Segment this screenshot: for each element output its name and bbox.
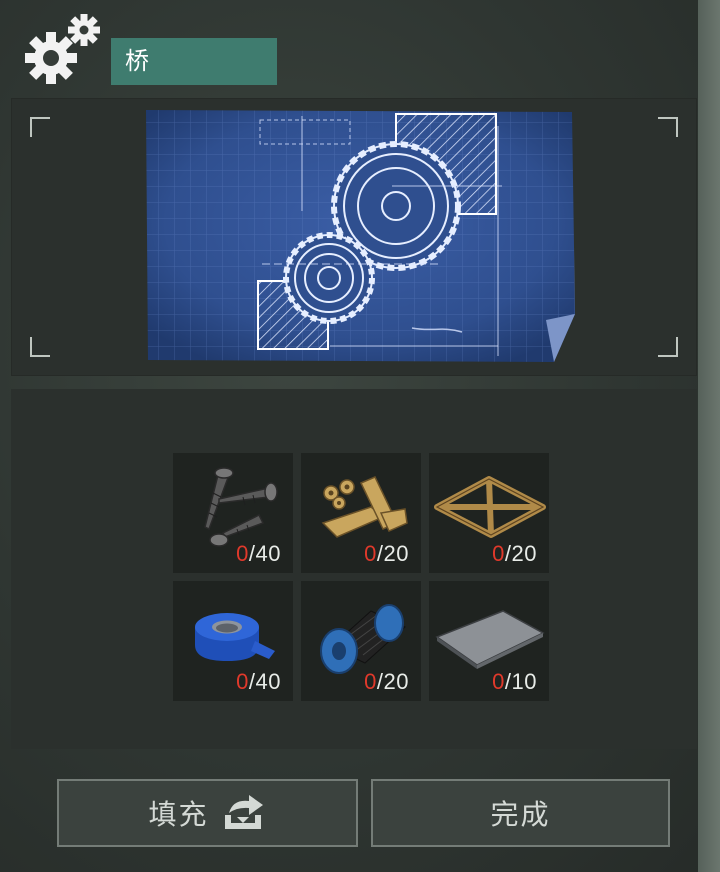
frame-corner [658,337,678,357]
material-slot-plate[interactable]: 0/10 [429,581,549,701]
frame-corner [658,117,678,137]
fill-transfer-icon [224,795,263,829]
material-slot-planks[interactable]: 0/20 [301,453,421,573]
done-button[interactable]: 完成 [371,779,670,847]
material-count: 0/10 [492,669,537,694]
done-button-label: 完成 [490,798,551,831]
fill-button[interactable]: 填充 [57,779,358,847]
material-count: 0/40 [236,541,281,566]
material-slot-screws[interactable]: 0/40 [173,453,293,573]
material-slot-wire[interactable]: 0/20 [301,581,421,701]
background-edge [698,0,720,872]
material-count: 0/20 [364,669,409,694]
material-count: 0/40 [236,669,281,694]
gears-icon [25,14,100,84]
materials-panel: 0/40 0/20 0/20 0/40 0/20 0/10 [11,389,697,749]
fill-button-label: 填充 [148,798,209,831]
materials-grid: 0/40 0/20 0/20 0/40 0/20 0/10 [173,453,549,701]
frame-corner [30,117,50,137]
material-count: 0/20 [492,541,537,566]
material-slot-frame[interactable]: 0/20 [429,453,549,573]
material-slot-tape[interactable]: 0/40 [173,581,293,701]
frame-corner [30,337,50,357]
material-count: 0/20 [364,541,409,566]
blueprint-panel [11,98,697,376]
page-title: 桥 [111,38,277,85]
header: 桥 [0,0,698,98]
blueprint-image [146,110,575,362]
